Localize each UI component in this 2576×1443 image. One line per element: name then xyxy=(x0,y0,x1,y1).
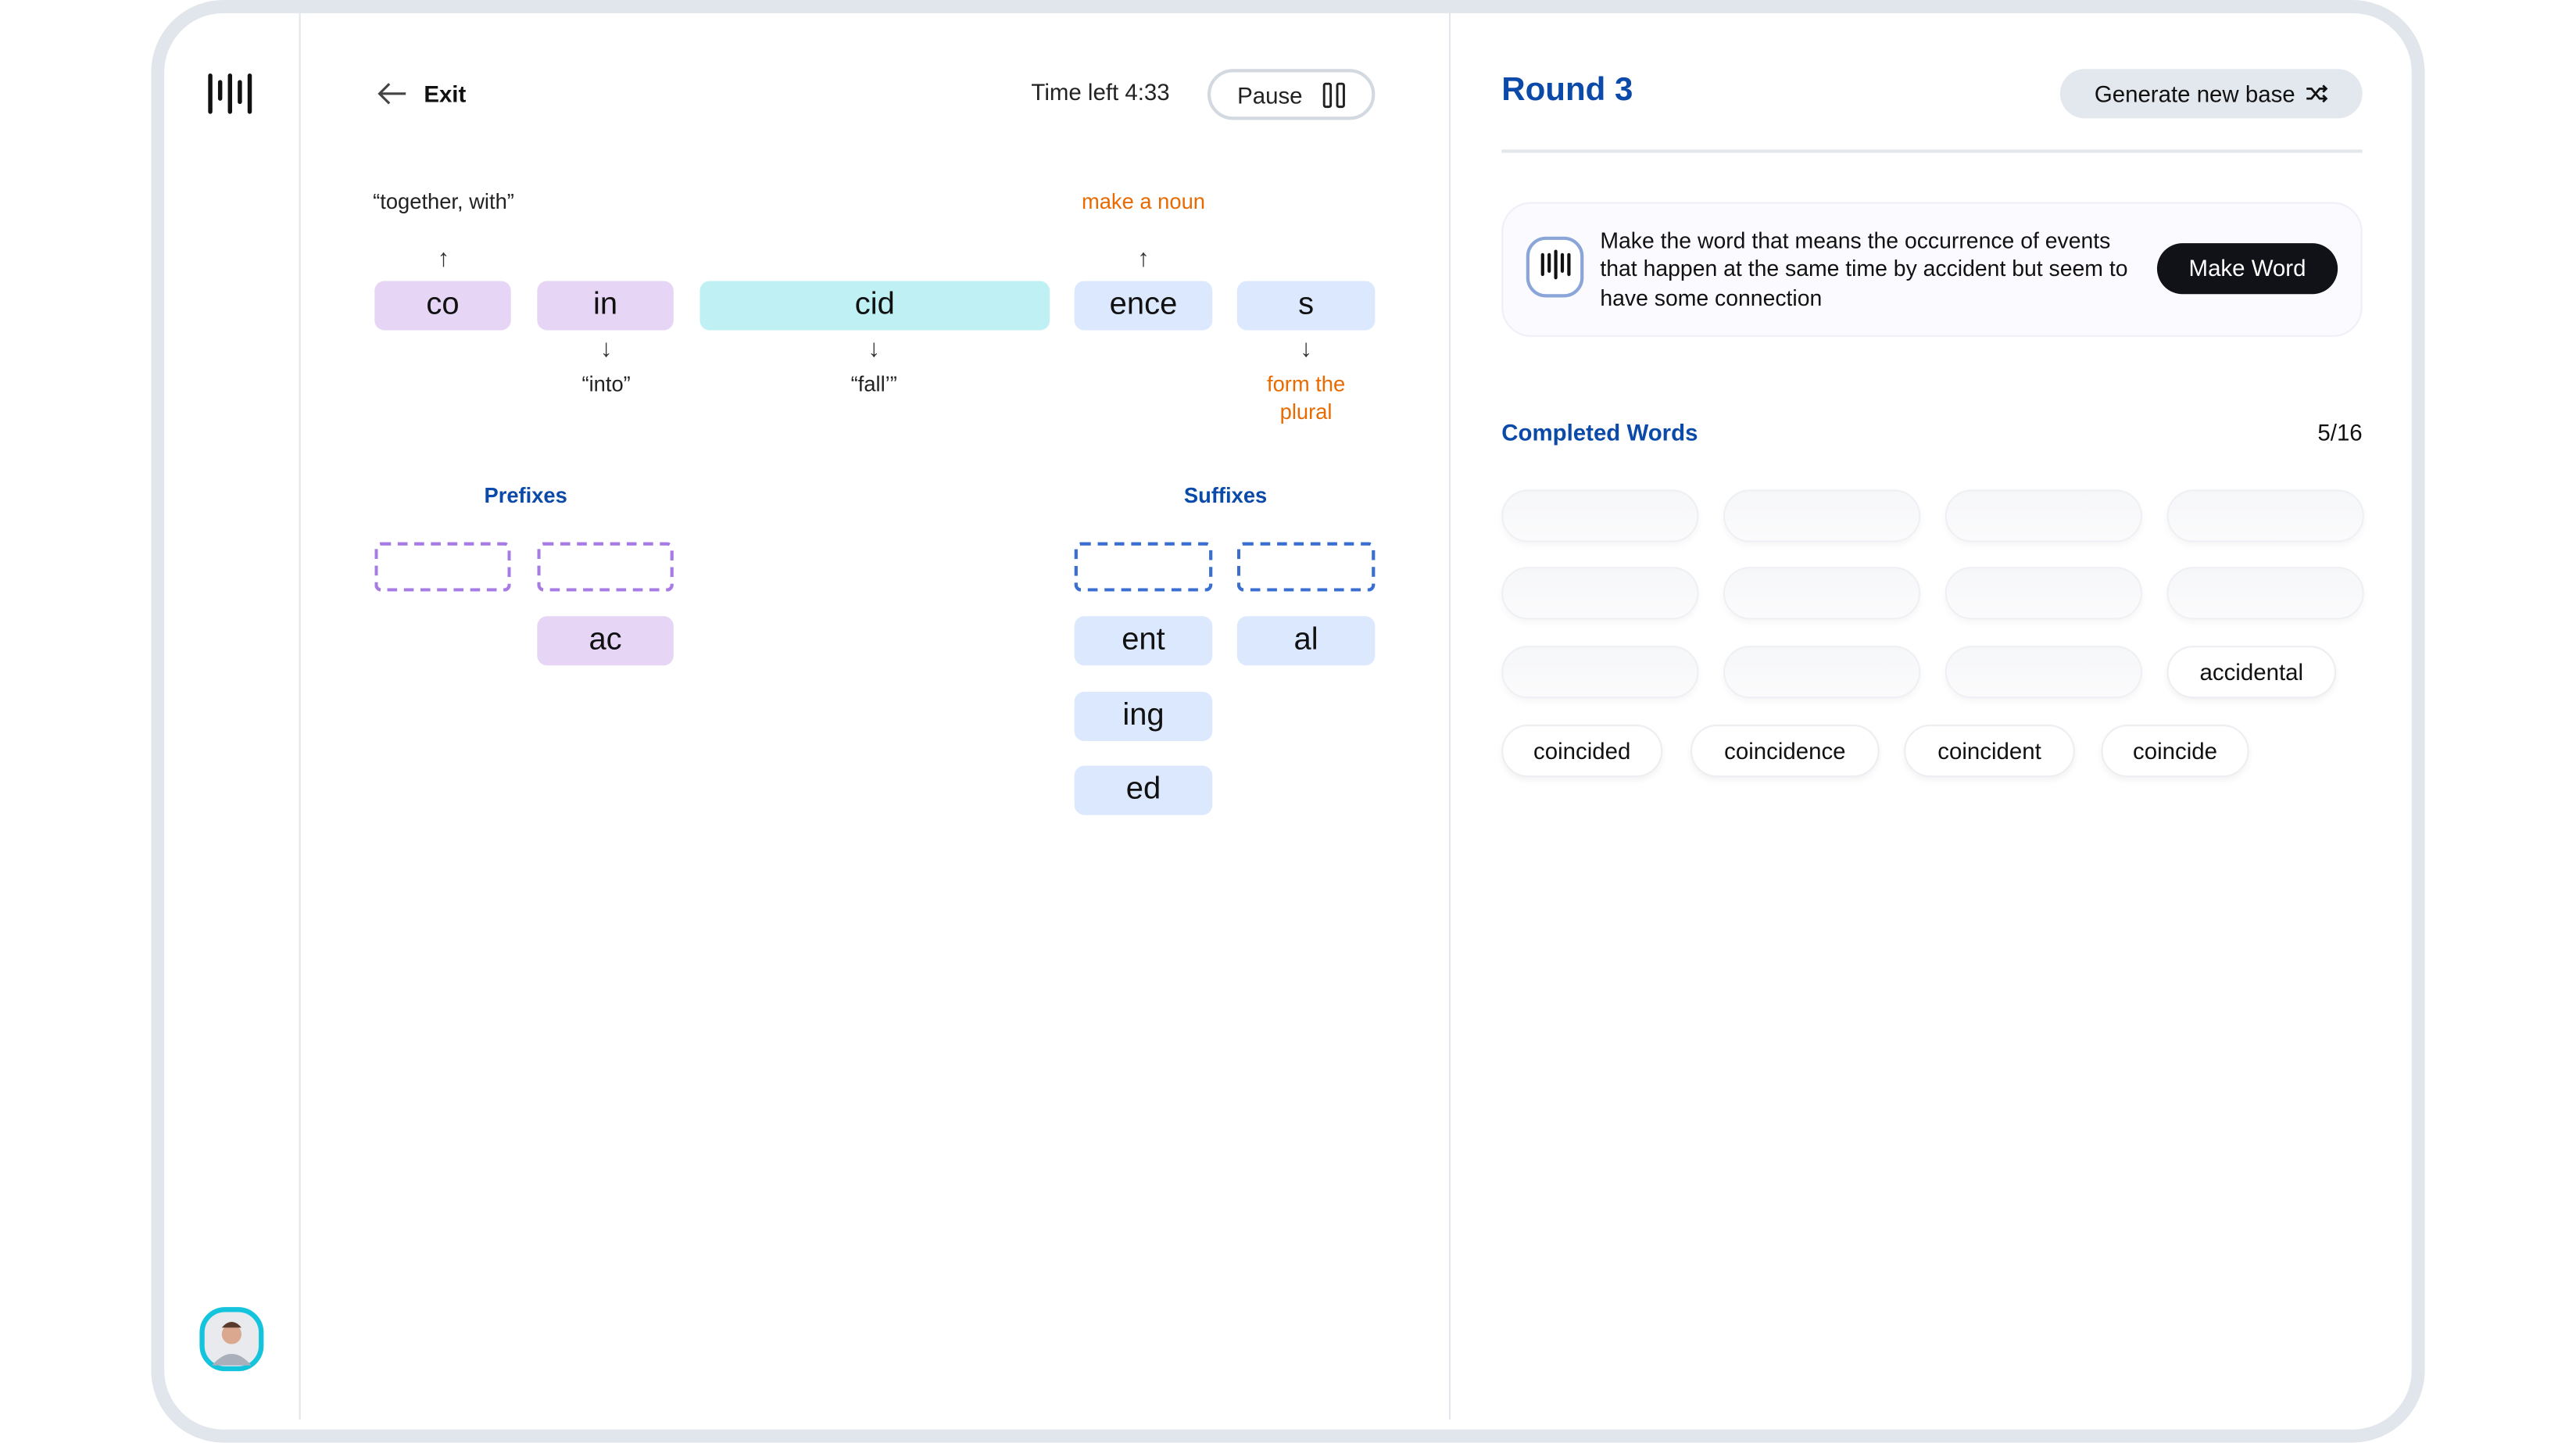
meaning-ence: make a noun xyxy=(1081,188,1205,214)
part-s[interactable]: s xyxy=(1236,281,1376,331)
user-avatar[interactable] xyxy=(199,1306,264,1372)
arrow-down-icon: ↓ xyxy=(868,335,881,363)
meaning-in: “into” xyxy=(581,371,631,396)
empty-word-slot xyxy=(2166,489,2364,542)
part-ence[interactable]: ence xyxy=(1074,281,1213,331)
exit-button[interactable]: Exit xyxy=(377,77,466,110)
arrow-up-icon: ↑ xyxy=(437,245,450,273)
empty-word-slot xyxy=(1723,567,1921,620)
empty-word-slot xyxy=(1501,567,1699,620)
completed-word-chip: coincide xyxy=(2101,724,2249,778)
suffix-option[interactable]: ed xyxy=(1074,765,1213,815)
suffix-drop-slot[interactable] xyxy=(1074,542,1213,592)
empty-word-slot xyxy=(1945,489,2143,542)
empty-word-slot xyxy=(1945,567,2143,620)
empty-word-slot xyxy=(1723,489,1921,542)
part-in[interactable]: in xyxy=(537,281,674,331)
arrow-down-icon: ↓ xyxy=(1300,335,1312,363)
make-word-button[interactable]: Make Word xyxy=(2156,243,2338,295)
prefix-drop-slot[interactable] xyxy=(537,542,674,592)
prefix-option[interactable]: ac xyxy=(537,616,674,666)
part-co[interactable]: co xyxy=(374,281,511,331)
arrow-left-icon xyxy=(377,83,406,105)
meaning-co: “together, with” xyxy=(373,188,514,214)
meaning-cid: “fall’” xyxy=(850,371,897,396)
completed-word-chip: accidental xyxy=(2166,646,2337,699)
arrow-down-icon: ↓ xyxy=(599,335,613,363)
prefix-drop-slot[interactable] xyxy=(374,542,511,592)
pause-button[interactable]: Pause xyxy=(1207,69,1376,120)
exit-label: Exit xyxy=(424,80,467,107)
suffix-option[interactable]: al xyxy=(1236,616,1376,666)
part-cid[interactable]: cid xyxy=(699,281,1050,331)
meaning-s: form the plural xyxy=(1266,371,1346,424)
time-left: Time left 4:33 xyxy=(1031,78,1170,106)
prompt-text: Make the word that means the occurrence … xyxy=(1600,228,2128,310)
suffix-option[interactable]: ing xyxy=(1074,691,1213,742)
completed-word-chip: coincident xyxy=(1904,724,2075,778)
sidebar-divider xyxy=(299,13,301,1420)
arrow-up-icon: ↑ xyxy=(1137,245,1150,273)
empty-word-slot xyxy=(1945,646,2143,699)
suffix-drop-slot[interactable] xyxy=(1236,542,1376,592)
empty-word-slot xyxy=(1723,646,1921,699)
empty-word-slot xyxy=(1501,646,1699,699)
pause-icon xyxy=(1322,81,1345,108)
generate-new-base-button[interactable]: Generate new base xyxy=(2059,69,2363,119)
header-divider xyxy=(1501,149,2363,153)
pause-label: Pause xyxy=(1237,81,1303,108)
completed-word-chip: coincided xyxy=(1501,724,1663,778)
completed-count: 5/16 xyxy=(2317,419,2363,446)
empty-word-slot xyxy=(1501,489,1699,542)
panel-divider xyxy=(1448,13,1451,1420)
generate-label: Generate new base xyxy=(2094,80,2295,107)
shuffle-icon xyxy=(2306,84,2328,103)
suffix-option[interactable]: ent xyxy=(1074,616,1213,666)
completed-word-chip: coincidence xyxy=(1690,724,1880,778)
round-title: Round 3 xyxy=(1501,72,1633,109)
voice-logo-icon[interactable] xyxy=(1525,235,1587,301)
suffixes-label: Suffixes xyxy=(1183,482,1268,508)
prefixes-label: Prefixes xyxy=(484,482,567,508)
logo-icon[interactable] xyxy=(207,72,256,115)
empty-word-slot xyxy=(2166,567,2364,620)
completed-words-label: Completed Words xyxy=(1501,419,1698,446)
